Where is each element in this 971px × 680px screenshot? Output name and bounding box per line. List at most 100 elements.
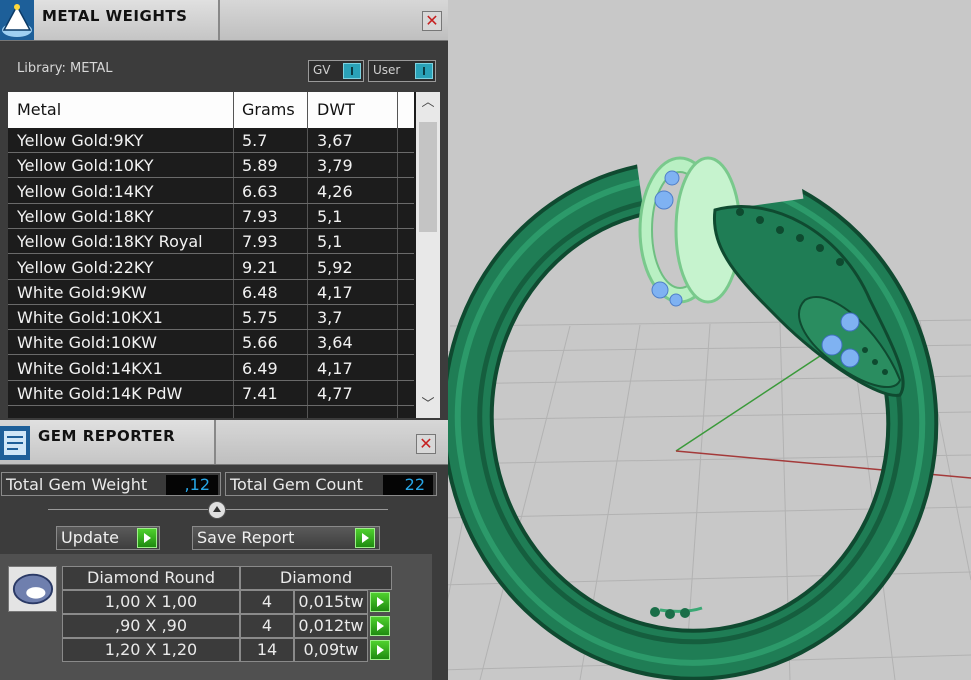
toggle-switch-icon	[343, 63, 361, 79]
table-row[interactable]: Yellow Gold:9KY 5.7 3,67	[8, 128, 414, 153]
table-row[interactable]: White Gold:10KX1 5.75 3,7	[8, 305, 414, 331]
dwt-cell: 5,1	[317, 206, 343, 226]
metal-weights-icon	[0, 0, 34, 40]
metal-name-cell: White Gold:14K PdW	[17, 384, 183, 403]
gem-count-cell: 4	[240, 614, 294, 638]
play-arrow-icon	[355, 528, 375, 548]
metal-weights-title: METAL WEIGHTS	[42, 7, 188, 25]
gem-reporter-titlebar[interactable]: GEM REPORTER ✕	[0, 420, 448, 465]
dwt-cell: 4,17	[317, 358, 353, 378]
metal-name-cell: Yellow Gold:18KY Royal	[17, 232, 203, 252]
total-gem-count-label: Total Gem Count	[230, 475, 363, 494]
metal-table-header: Metal Grams DWT	[8, 92, 414, 128]
table-row[interactable]: White Gold:14K PdW 7.41 4,77	[8, 381, 414, 406]
gem-count-cell: 4	[240, 590, 294, 614]
metal-name-cell: Yellow Gold:9KY	[17, 131, 144, 150]
metal-name-cell: White Gold:14KX1	[17, 358, 163, 378]
grams-cell: 7.93	[242, 232, 278, 252]
metal-weights-close-button[interactable]: ✕	[422, 11, 442, 31]
scroll-down-arrow-icon[interactable]: ﹀	[416, 394, 440, 416]
close-icon: ✕	[425, 11, 439, 30]
gv-toggle-label: GV	[313, 63, 331, 77]
select-gem-play-icon[interactable]	[370, 616, 390, 636]
dwt-cell: 3,79	[317, 156, 353, 176]
grams-cell: 5.89	[242, 156, 278, 176]
total-gem-count-value: 22	[383, 475, 433, 495]
table-row[interactable]: Yellow Gold:18KY 7.93 5,1	[8, 204, 414, 229]
total-gem-count-box: Total Gem Count 22	[225, 472, 437, 496]
gem-weight-cell: 0,09tw	[294, 638, 368, 662]
metal-name-cell: White Gold:9KW	[17, 282, 147, 302]
gem-count-cell: 14	[240, 638, 294, 662]
select-gem-play-icon[interactable]	[370, 592, 390, 612]
metal-weights-body: Library: METAL GV User Metal Grams DWT Y…	[0, 42, 448, 420]
metal-name-cell: Yellow Gold:22KY	[17, 257, 154, 277]
metal-name-cell: White Gold:10KX1	[17, 308, 163, 328]
3d-viewport[interactable]	[440, 0, 971, 680]
gem-material-header: Diamond	[240, 566, 392, 590]
dwt-cell: 3,7	[317, 308, 343, 328]
gem-size-cell: 1,00 X 1,00	[62, 590, 240, 614]
table-row[interactable]: White Gold:10KW 5.66 3,64	[8, 330, 414, 356]
update-button[interactable]: Update	[56, 526, 160, 550]
column-header-metal[interactable]: Metal	[17, 100, 61, 119]
dwt-cell: 5,1	[317, 232, 343, 252]
column-header-grams[interactable]: Grams	[242, 100, 295, 119]
table-row[interactable]: Yellow Gold:18KY Royal 7.93 5,1	[8, 229, 414, 255]
metal-weights-table: Metal Grams DWT Yellow Gold:9KY 5.7 3,67 Ye…	[8, 92, 440, 418]
gem-reporter-title-tab: GEM REPORTER	[30, 420, 216, 464]
save-report-button-label: Save Report	[197, 528, 295, 547]
scroll-thumb[interactable]	[419, 122, 437, 232]
table-row[interactable]: White Gold:9KW 6.48 4,17	[8, 280, 414, 305]
user-toggle-label: User	[373, 63, 401, 77]
metal-weights-titlebar[interactable]: METAL WEIGHTS ✕	[0, 0, 448, 41]
total-gem-weight-box: Total Gem Weight ,12	[1, 472, 221, 496]
dwt-cell: 4,17	[317, 282, 353, 302]
gem-reporter-panel: GEM REPORTER ✕ Total Gem Weight ,12 Tota…	[0, 420, 448, 680]
grams-cell: 5.75	[242, 308, 278, 328]
metal-table-scrollbar[interactable]: ︿ ﹀	[416, 92, 440, 418]
gem-size-cell: 1,20 X 1,20	[62, 638, 240, 662]
scroll-up-arrow-icon[interactable]: ︿	[416, 92, 440, 114]
gem-size-cell: ,90 X ,90	[62, 614, 240, 638]
dwt-cell: 4,26	[317, 181, 353, 201]
gem-reporter-title: GEM REPORTER	[38, 427, 176, 445]
grams-cell: 5.66	[242, 333, 278, 353]
play-arrow-icon	[137, 528, 157, 548]
metal-name-cell: Yellow Gold:18KY	[17, 206, 154, 226]
dwt-cell: 5,92	[317, 257, 353, 277]
grams-cell: 5.7	[242, 131, 268, 150]
gem-reporter-icon	[0, 426, 30, 460]
dwt-cell: 3,67	[317, 131, 353, 150]
table-row[interactable]: Yellow Gold:10KY 5.89 3,79	[8, 153, 414, 179]
grams-cell: 6.48	[242, 282, 278, 302]
gem-weight-cell: 0,015tw	[294, 590, 368, 614]
grams-cell: 9.21	[242, 257, 278, 277]
grams-cell: 7.41	[242, 384, 278, 403]
gem-weight-cell: 0,012tw	[294, 614, 368, 638]
ring-model-render	[440, 139, 971, 680]
table-row[interactable]: White Gold:14KX1 6.49 4,17	[8, 356, 414, 381]
table-row[interactable]: Yellow Gold:14KY 6.63 4,26	[8, 179, 414, 204]
metal-name-cell: Yellow Gold:14KY	[17, 181, 154, 201]
metal-name-cell: White Gold:10KW	[17, 333, 157, 353]
library-label: Library: METAL	[17, 61, 113, 76]
dwt-cell: 4,77	[317, 384, 353, 403]
grams-cell: 6.63	[242, 181, 278, 201]
total-gem-weight-value: ,12	[166, 475, 218, 495]
metal-name-cell: Yellow Gold:10KY	[17, 156, 154, 176]
gem-reporter-close-button[interactable]: ✕	[416, 434, 436, 454]
gem-shape-header: Diamond Round	[62, 566, 240, 590]
toggle-switch-icon	[415, 63, 433, 79]
collapse-arrow-icon[interactable]	[208, 501, 226, 519]
close-icon: ✕	[419, 434, 433, 453]
column-header-dwt[interactable]: DWT	[317, 100, 355, 119]
table-row[interactable]: Yellow Gold:22KY 9.21 5,92	[8, 255, 414, 280]
user-toggle[interactable]: User	[368, 60, 436, 82]
total-gem-weight-label: Total Gem Weight	[6, 475, 148, 494]
select-gem-play-icon[interactable]	[370, 640, 390, 660]
save-report-button[interactable]: Save Report	[192, 526, 380, 550]
diamond-round-thumbnail-icon	[8, 566, 57, 612]
gv-toggle[interactable]: GV	[308, 60, 364, 82]
grams-cell: 7.93	[242, 206, 278, 226]
